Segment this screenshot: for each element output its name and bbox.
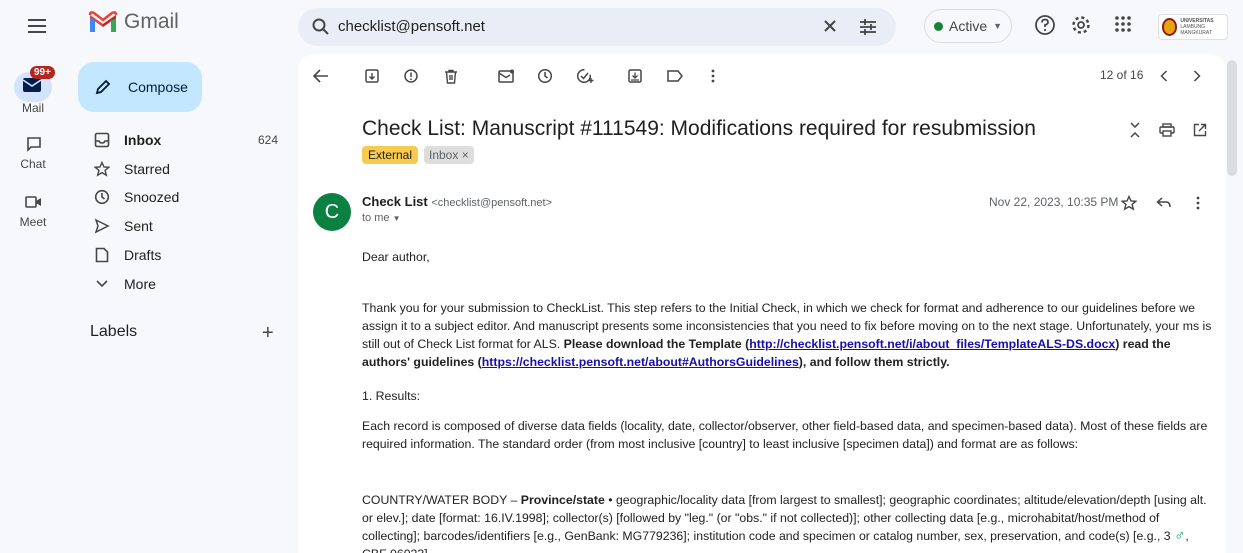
- star-icon[interactable]: [1119, 193, 1139, 213]
- status-label: Active: [949, 18, 988, 34]
- gmail-logo[interactable]: Gmail: [88, 10, 179, 34]
- more-vertical-icon[interactable]: [1188, 193, 1208, 213]
- external-badge: External: [362, 146, 419, 164]
- p3-country: COUNTRY/WATER BODY –: [362, 493, 518, 507]
- search-input[interactable]: checklist@pensoft.net: [338, 18, 485, 35]
- nav-label: Inbox: [124, 132, 162, 148]
- collapse-all-icon[interactable]: [1125, 120, 1145, 140]
- label-tag-icon[interactable]: [665, 66, 685, 86]
- email-paragraph-2: Each record is composed of diverse data …: [362, 419, 1208, 451]
- labels-heading: Labels: [90, 323, 138, 340]
- rail-mail-label[interactable]: Mail: [10, 101, 56, 115]
- email-greeting: Dear author,: [362, 250, 430, 264]
- apps-grid-icon[interactable]: [1113, 14, 1137, 38]
- clock-icon: [92, 187, 112, 207]
- inbox-label-chip[interactable]: Inbox ×: [424, 146, 474, 164]
- reply-icon[interactable]: [1154, 193, 1174, 213]
- delete-trash-icon[interactable]: [441, 66, 461, 86]
- chevron-down-icon: ▼: [993, 21, 1003, 31]
- guidelines-link[interactable]: https://checklist.pensoft.net/about#Auth…: [482, 355, 799, 369]
- chevron-down-icon: [92, 274, 112, 294]
- nav-item-inbox[interactable]: Inbox 624: [78, 126, 288, 154]
- nav-label: Sent: [124, 218, 153, 234]
- move-to-icon[interactable]: [625, 66, 645, 86]
- report-spam-icon[interactable]: [401, 66, 421, 86]
- mark-unread-icon[interactable]: [496, 66, 516, 86]
- results-heading: 1. Results:: [362, 389, 421, 403]
- mail-icon[interactable]: [22, 77, 42, 93]
- unread-badge: 99+: [30, 66, 55, 79]
- search-bar[interactable]: checklist@pensoft.net: [298, 8, 896, 46]
- more-vertical-icon[interactable]: [703, 66, 723, 86]
- remove-label-icon[interactable]: ×: [462, 148, 469, 162]
- nav-label: Drafts: [124, 247, 162, 263]
- email-paragraph-1: Thank you for your submission to CheckLi…: [362, 299, 1212, 371]
- avatar[interactable]: C: [313, 193, 351, 231]
- help-icon[interactable]: [1034, 14, 1058, 38]
- add-task-icon[interactable]: [575, 66, 595, 86]
- open-new-window-icon[interactable]: [1190, 120, 1210, 140]
- nav-label: Starred: [124, 161, 170, 177]
- nav-item-drafts[interactable]: Drafts: [78, 241, 288, 269]
- status-dot-icon: [934, 21, 943, 31]
- archive-icon[interactable]: [362, 66, 382, 86]
- chat-icon[interactable]: [26, 136, 42, 152]
- recipients: to me: [362, 212, 390, 224]
- compose-label: Compose: [128, 79, 188, 95]
- back-arrow-icon[interactable]: [311, 66, 331, 86]
- email-subject: Check List: Manuscript #111549: Modifica…: [362, 117, 1036, 140]
- email-paragraph-3: COUNTRY/WATER BODY – Province/state • ge…: [362, 491, 1212, 553]
- p1-bold-start: Please download the Template (: [563, 337, 750, 351]
- app-name: Gmail: [124, 10, 179, 33]
- nav-item-more[interactable]: More: [78, 270, 288, 298]
- rail-meet-label[interactable]: Meet: [10, 215, 56, 229]
- send-icon: [92, 216, 112, 236]
- sender-email: <checklist@pensoft.net>: [431, 197, 552, 209]
- inbox-label-text: Inbox: [429, 148, 459, 162]
- nav-label: More: [124, 276, 156, 292]
- older-chevron-right-icon[interactable]: [1187, 66, 1207, 86]
- university-seal-icon: [1162, 18, 1178, 36]
- star-icon: [92, 159, 112, 179]
- pencil-icon: [94, 78, 112, 96]
- sender-name[interactable]: Check List: [362, 194, 428, 209]
- search-icon[interactable]: [312, 18, 330, 36]
- recipient-line[interactable]: to me ▼: [362, 212, 401, 224]
- nav-label: Snoozed: [124, 189, 180, 205]
- draft-file-icon: [92, 245, 112, 265]
- meet-video-icon[interactable]: [25, 195, 43, 209]
- add-label-button[interactable]: +: [262, 322, 274, 345]
- snooze-clock-icon[interactable]: [535, 66, 555, 86]
- status-selector[interactable]: Active ▼: [924, 9, 1012, 43]
- email-date: Nov 22, 2023, 10:35 PM: [989, 195, 1119, 209]
- sender-line: Check List <checklist@pensoft.net>: [362, 194, 552, 209]
- gmail-m-icon: [88, 11, 118, 32]
- rail-chat-label[interactable]: Chat: [10, 157, 56, 171]
- clear-search-icon[interactable]: [822, 18, 838, 34]
- pagination-count: 12 of 16: [1100, 68, 1144, 82]
- scrollbar-thumb[interactable]: [1227, 60, 1237, 176]
- p3-province: Province/state: [520, 493, 605, 507]
- p1-bold-end: ), and follow them strictly.: [798, 355, 950, 369]
- inbox-icon: [92, 130, 112, 150]
- search-options-icon[interactable]: [858, 17, 878, 37]
- nav-item-snoozed[interactable]: Snoozed: [78, 183, 288, 211]
- newer-chevron-left-icon[interactable]: [1154, 66, 1174, 86]
- account-switcher[interactable]: UNIVERSITAS LAMBUNG MANGKURAT: [1158, 14, 1228, 40]
- nav-item-starred[interactable]: Starred: [78, 155, 288, 183]
- male-symbol-icon: ♂: [1174, 527, 1186, 544]
- settings-gear-icon[interactable]: [1070, 14, 1094, 38]
- nav-item-sent[interactable]: Sent: [78, 212, 288, 240]
- chevron-down-icon: ▼: [392, 214, 401, 223]
- print-icon[interactable]: [1157, 120, 1177, 140]
- inbox-count: 624: [257, 133, 278, 147]
- university-line2: LAMBUNG MANGKURAT: [1180, 24, 1212, 36]
- main-menu-icon[interactable]: [26, 16, 50, 36]
- compose-button[interactable]: Compose: [78, 62, 202, 112]
- template-link[interactable]: http://checklist.pensoft.net/i/about_fil…: [749, 337, 1115, 351]
